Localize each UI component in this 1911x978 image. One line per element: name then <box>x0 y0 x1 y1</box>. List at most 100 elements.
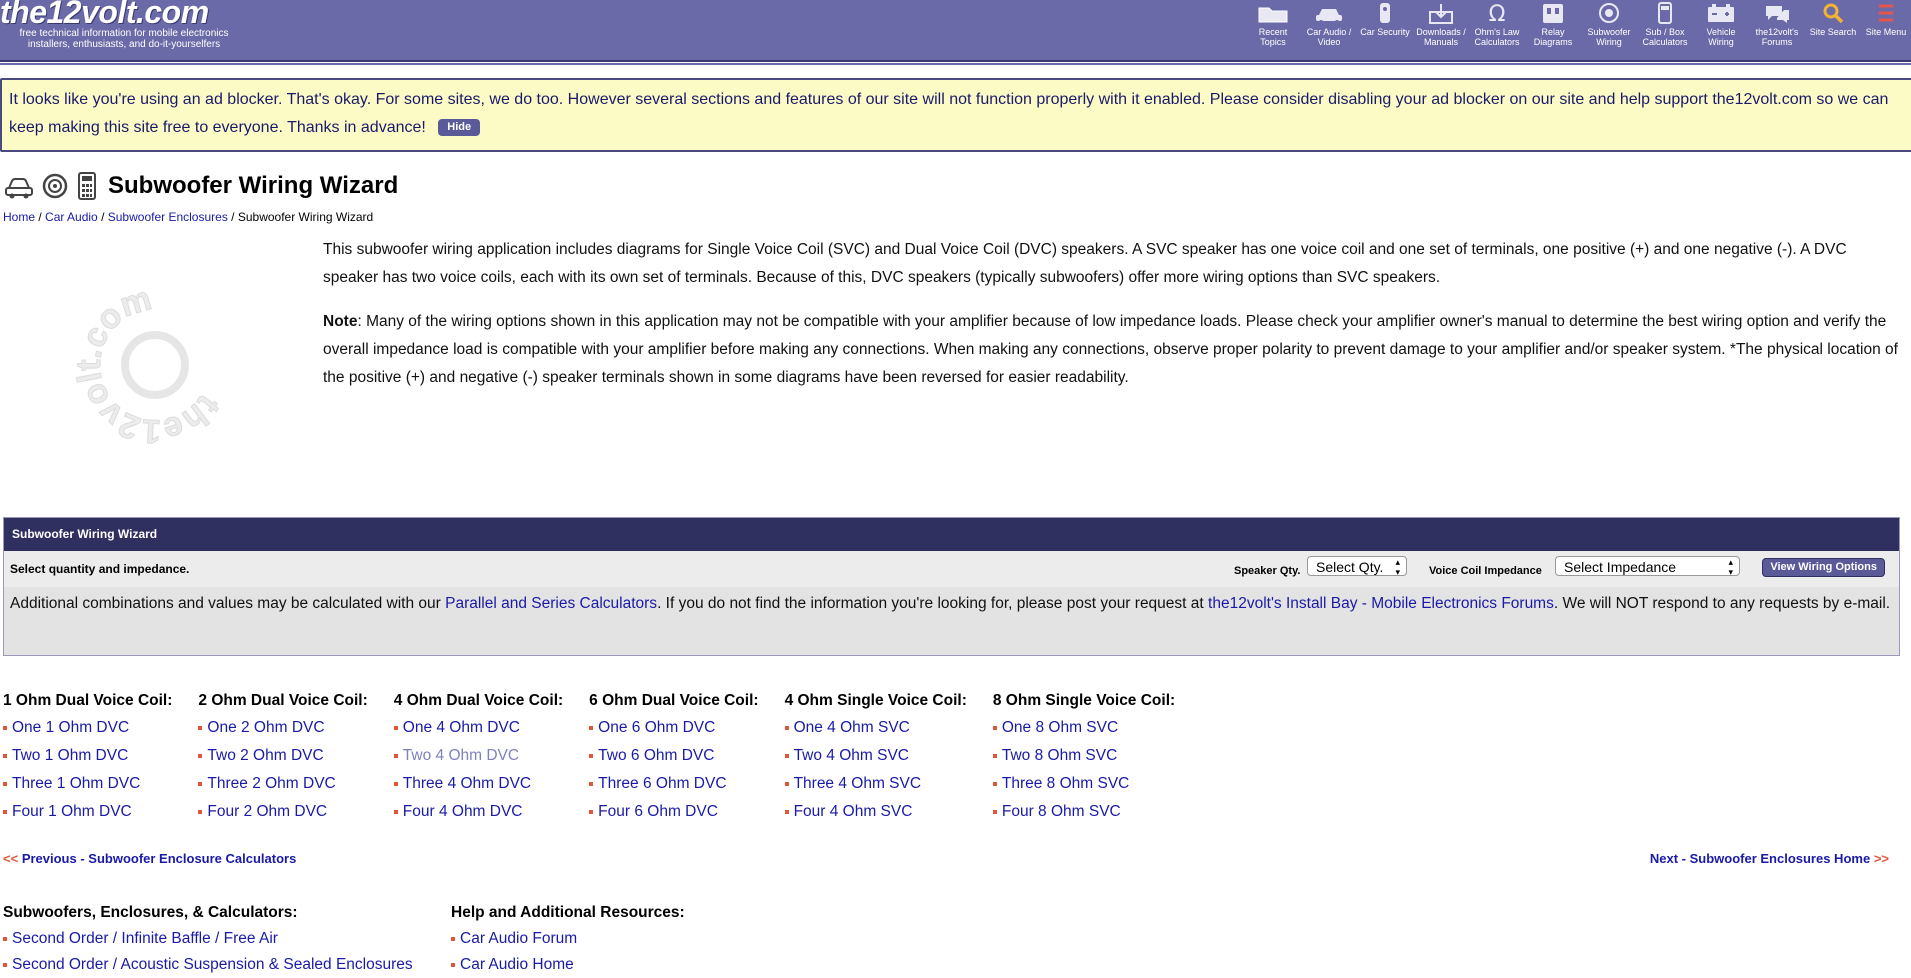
wiring-option-link[interactable]: Three 4 Ohm SVC <box>794 775 922 792</box>
previous-page-label[interactable]: Previous - Subwoofer Enclosure Calculato… <box>22 851 297 866</box>
wiring-option-link[interactable]: Two 6 Ohm DVC <box>598 747 714 764</box>
list-item: One 2 Ohm DVC <box>198 714 367 742</box>
parallel-series-calculators-link[interactable]: Parallel and Series Calculators <box>445 595 657 612</box>
wiring-wizard-panel: Subwoofer Wiring Wizard Select quantity … <box>3 517 1900 656</box>
nav-item-sub-box-calculators[interactable]: Sub / Box Calculators <box>1637 0 1693 60</box>
nav-item-downloads-manuals[interactable]: Downloads / Manuals <box>1413 0 1469 60</box>
wiring-option-link[interactable]: Three 1 Ohm DVC <box>12 775 140 792</box>
list-item: One 4 Ohm DVC <box>393 714 563 742</box>
list-item: Four 1 Ohm DVC <box>3 798 172 826</box>
nav-item-label: Car Security <box>1360 27 1410 37</box>
list-item: Three 6 Ohm DVC <box>589 770 758 798</box>
wiring-option-link[interactable]: Two 2 Ohm DVC <box>207 747 323 764</box>
wiring-option-link[interactable]: Four 2 Ohm DVC <box>207 803 327 820</box>
next-page-link[interactable]: Next - Subwoofer Enclosures Home >> <box>1650 851 1889 866</box>
wiring-option-link[interactable]: Three 8 Ohm SVC <box>1002 775 1130 792</box>
list-item: Car Audio Home <box>451 952 685 978</box>
coil-option-list: One 1 Ohm DVC Two 1 Ohm DVC Three 1 Ohm DV… <box>3 714 172 826</box>
breadcrumb-link[interactable]: Subwoofer Enclosures <box>108 210 228 224</box>
nav-item-the12volt-s-forums[interactable]: the12volt's Forums <box>1749 0 1805 60</box>
hide-notice-button[interactable]: Hide <box>438 119 481 137</box>
breadcrumb-link[interactable]: Car Audio <box>45 210 98 224</box>
page-title-row: Subwoofer Wiring Wizard <box>4 168 398 204</box>
coil-option-list: One 6 Ohm DVC Two 6 Ohm DVC Three 6 Ohm DV… <box>589 714 758 826</box>
wizard-controls: Select quantity and impedance. Speaker Q… <box>4 551 1899 587</box>
previous-page-link[interactable]: << Previous - Subwoofer Enclosure Calcul… <box>3 851 296 866</box>
nav-item-relay-diagrams[interactable]: Relay Diagrams <box>1525 0 1581 60</box>
adblock-notice: It looks like you're using an ad blocker… <box>0 78 1911 152</box>
nav-item-label: Downloads / Manuals <box>1416 27 1466 47</box>
nav-item-recent-topics[interactable]: Recent Topics <box>1245 0 1301 60</box>
list-item: Second Order / Infinite Baffle / Free Ai… <box>3 926 413 952</box>
wiring-option-link[interactable]: One 6 Ohm DVC <box>598 719 715 736</box>
coil-column: 1 Ohm Dual Voice Coil: One 1 Ohm DVC Two 1… <box>3 692 172 826</box>
note-text: : Many of the wiring options shown in th… <box>323 313 1898 386</box>
coil-column: 2 Ohm Dual Voice Coil: One 2 Ohm DVC Two 2… <box>198 692 368 826</box>
help-resources-section: Help and Additional Resources: Car Audio… <box>451 904 685 978</box>
watermark-text: the12volt.com <box>38 262 264 482</box>
voice-coil-impedance-value: Select Impedance <box>1564 559 1677 575</box>
wiring-option-link[interactable]: One 1 Ohm DVC <box>12 719 129 736</box>
wiring-option-link[interactable]: One 2 Ohm DVC <box>207 719 324 736</box>
nav-item-label: the12volt's Forums <box>1755 27 1799 47</box>
nav-item-site-search[interactable]: Site Search <box>1805 0 1861 60</box>
list-item: Two 6 Ohm DVC <box>589 742 758 770</box>
header-divider <box>0 60 1911 62</box>
list-item: Four 6 Ohm DVC <box>589 798 758 826</box>
list-item: Second Order / Acoustic Suspension & Sea… <box>3 952 413 978</box>
voice-coil-impedance-select[interactable]: Select Impedance ▴ ▾ <box>1555 556 1740 577</box>
list-item: Three 8 Ohm SVC <box>992 770 1175 798</box>
nav-item-subwoofer-wiring[interactable]: Subwoofer Wiring <box>1581 0 1637 60</box>
breadcrumb-link[interactable]: Home <box>3 210 35 224</box>
car-icon <box>4 171 34 201</box>
list-item: One 4 Ohm SVC <box>784 714 967 742</box>
coil-column: 4 Ohm Dual Voice Coil: One 4 Ohm DVC Two 4… <box>393 692 563 826</box>
help-resources-heading: Help and Additional Resources: <box>451 904 685 921</box>
wiring-option-link[interactable]: Three 6 Ohm DVC <box>598 775 726 792</box>
view-wiring-options-button[interactable]: View Wiring Options <box>1762 558 1885 577</box>
wiring-option-link[interactable]: Three 4 Ohm DVC <box>403 775 531 792</box>
header-divider-secondary <box>0 63 1911 65</box>
wiring-option-link[interactable]: Two 4 Ohm SVC <box>794 747 909 764</box>
nav-item-car-audio-video[interactable]: Car Audio / Video <box>1301 0 1357 60</box>
wiring-option-link[interactable]: Three 2 Ohm DVC <box>207 775 335 792</box>
nav-item-label: Sub / Box Calculators <box>1642 27 1688 47</box>
list-item: Three 1 Ohm DVC <box>3 770 172 798</box>
note-label: Note <box>323 313 358 330</box>
site-logo[interactable]: the12volt.com <box>0 0 209 31</box>
wiring-option-link[interactable]: Four 4 Ohm SVC <box>794 803 913 820</box>
nav-item-car-security[interactable]: Car Security <box>1357 0 1413 60</box>
list-item: Four 2 Ohm DVC <box>198 798 367 826</box>
coil-column: 6 Ohm Dual Voice Coil: One 6 Ohm DVC Two 6… <box>589 692 759 826</box>
wiring-option-link[interactable]: One 4 Ohm DVC <box>403 719 520 736</box>
list-item: Four 8 Ohm SVC <box>992 798 1175 826</box>
folder-icon <box>1253 2 1293 24</box>
wiring-option-link[interactable]: Four 4 Ohm DVC <box>403 803 523 820</box>
svg-text:the12volt.com: the12volt.com <box>70 280 240 450</box>
resource-link[interactable]: Car Audio Forum <box>460 930 577 947</box>
next-page-label[interactable]: Next - Subwoofer Enclosures Home <box>1650 851 1870 866</box>
wiring-option-link[interactable]: One 8 Ohm SVC <box>1002 719 1118 736</box>
intro-text: This subwoofer wiring application includ… <box>323 236 1903 408</box>
hamburger-icon <box>1866 2 1906 24</box>
wiring-option-link[interactable]: Four 6 Ohm DVC <box>598 803 718 820</box>
list-item: Four 4 Ohm DVC <box>393 798 563 826</box>
wiring-option-link[interactable]: Four 1 Ohm DVC <box>12 803 132 820</box>
wiring-option-link[interactable]: One 4 Ohm SVC <box>794 719 910 736</box>
wiring-option-link[interactable]: Two 8 Ohm SVC <box>1002 747 1117 764</box>
wiring-option-link[interactable]: Four 8 Ohm SVC <box>1002 803 1121 820</box>
install-bay-forums-link[interactable]: the12volt's Install Bay - Mobile Electro… <box>1208 595 1554 612</box>
wizard-note-text: Additional combinations and values may b… <box>10 595 446 612</box>
nav-item-ohm-s-law-calculators[interactable]: Ω Ohm's Law Calculators <box>1469 0 1525 60</box>
resource-link[interactable]: Second Order / Infinite Baffle / Free Ai… <box>12 930 278 947</box>
speaker-qty-select[interactable]: Select Qty. ▴ ▾ <box>1307 556 1407 577</box>
breadcrumb-current: Subwoofer Wiring Wizard <box>237 210 374 224</box>
wiring-option-link[interactable]: Two 1 Ohm DVC <box>12 747 128 764</box>
subwoofer-resources-heading: Subwoofers, Enclosures, & Calculators: <box>3 904 298 921</box>
site-tagline: free technical information for mobile el… <box>19 28 229 50</box>
list-item: Two 8 Ohm SVC <box>992 742 1175 770</box>
nav-item-vehicle-wiring[interactable]: Vehicle Wiring <box>1693 0 1749 60</box>
wiring-option-link[interactable]: Two 4 Ohm DVC <box>403 747 519 764</box>
nav-item-site-menu[interactable]: Site Menu <box>1861 0 1911 60</box>
coil-column-heading: 1 Ohm Dual Voice Coil: <box>3 692 173 709</box>
